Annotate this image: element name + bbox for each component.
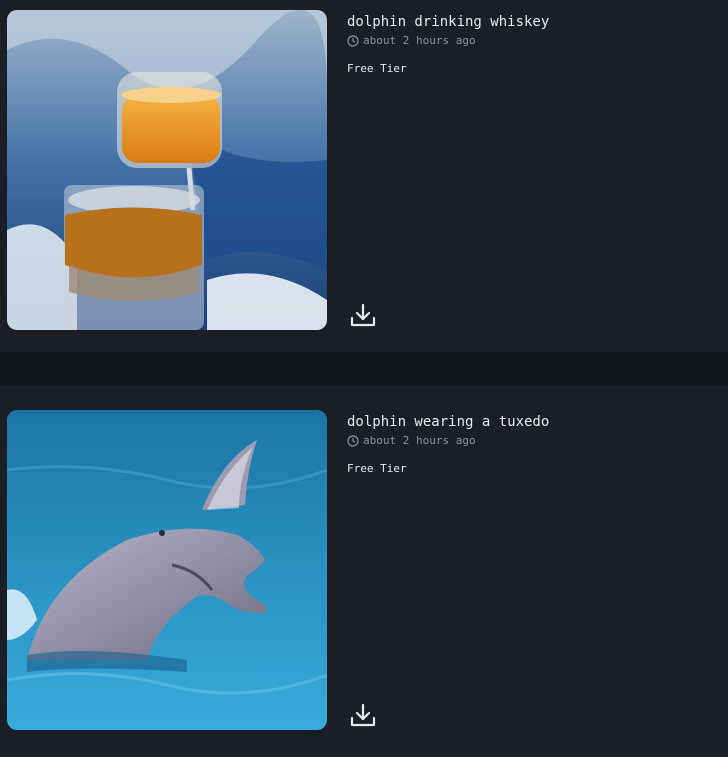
generated-image[interactable] <box>7 10 327 330</box>
post-card: dolphin drinking whiskey about 2 hours a… <box>0 0 728 352</box>
post-meta: about 2 hours ago <box>347 434 549 448</box>
download-button[interactable] <box>349 301 377 329</box>
generated-image[interactable] <box>7 410 327 730</box>
post-info: dolphin wearing a tuxedo about 2 hours a… <box>347 412 549 476</box>
tier-label: Free Tier <box>347 62 407 75</box>
dolphin-image <box>7 410 327 730</box>
post-meta: about 2 hours ago <box>347 34 549 48</box>
post-timestamp: about 2 hours ago <box>363 34 476 47</box>
clock-icon <box>347 35 359 47</box>
post-timestamp: about 2 hours ago <box>363 434 476 447</box>
download-icon <box>350 703 376 727</box>
image-feed: dolphin drinking whiskey about 2 hours a… <box>0 0 728 757</box>
post-info: dolphin drinking whiskey about 2 hours a… <box>347 12 549 76</box>
whiskey-image <box>7 10 327 330</box>
post-title: dolphin wearing a tuxedo <box>347 414 550 430</box>
post-card: dolphin wearing a tuxedo about 2 hours a… <box>0 386 728 757</box>
tier-label: Free Tier <box>347 462 407 475</box>
clock-icon <box>347 435 359 447</box>
download-icon <box>350 303 376 327</box>
post-title: dolphin drinking whiskey <box>347 14 550 30</box>
card-separator <box>0 352 728 386</box>
download-button[interactable] <box>349 701 377 729</box>
